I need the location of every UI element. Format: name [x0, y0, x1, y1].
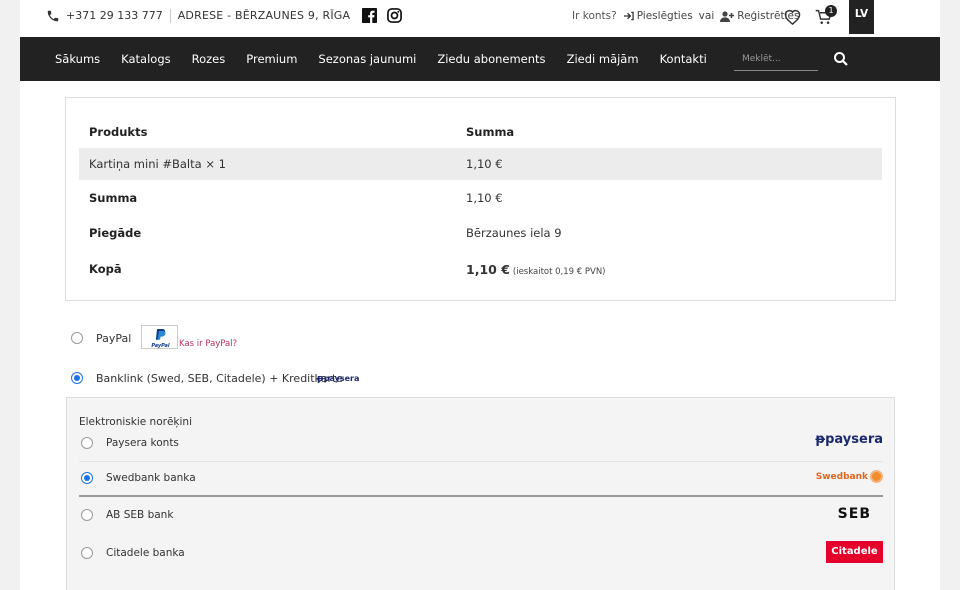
column-product: Produkts — [89, 125, 148, 139]
bank-name: AB SEB bank — [106, 509, 174, 521]
order-summary-table: Produkts Summa Kartiņa mini #Balta × 1 1… — [65, 97, 896, 301]
paypal-label[interactable]: PayPal — [96, 332, 131, 345]
nav-item-kontakti[interactable]: Kontakti — [660, 52, 707, 66]
paysera-logo: ᵽpaysera — [815, 432, 883, 447]
table-row: Kartiņa mini #Balta × 1 1,10 € — [79, 148, 882, 180]
social-links — [362, 8, 403, 23]
nav-item-katalogs[interactable]: Katalogs — [121, 52, 170, 66]
bank-radio[interactable] — [81, 547, 93, 559]
paypal-logo: PayPal — [141, 325, 178, 349]
checkout-content: Produkts Summa Kartiņa mini #Balta × 1 1… — [20, 81, 940, 590]
paypal-radio[interactable] — [71, 332, 83, 344]
product-price: 1,10 € — [466, 157, 503, 171]
nav-item-sezonas-jaunumi[interactable]: Sezonas jaunumi — [318, 52, 416, 66]
instagram-icon[interactable] — [387, 8, 403, 23]
paysera-logo-text: paysera — [825, 432, 883, 447]
total-cell: 1,10 € (ieskaitot 0,19 € PVN) — [466, 262, 606, 277]
search-input[interactable] — [734, 47, 818, 71]
bank-option-seb[interactable]: AB SEB bank SEB — [79, 498, 883, 534]
banklink-label[interactable]: Banklink (Swed, SEB, Citadele) + Kreditk… — [96, 372, 343, 385]
nav-item-ziedu-abonements[interactable]: Ziedu abonements — [437, 52, 545, 66]
language-switcher[interactable]: LV — [849, 0, 874, 34]
total-label: Kopā — [89, 262, 122, 276]
bank-option-swedbank[interactable]: Swedbank banka Swedbank — [79, 461, 883, 497]
bank-name: Paysera konts — [106, 437, 179, 449]
paypal-info-link[interactable]: Kas ir PayPal? — [179, 339, 237, 349]
bank-radio[interactable] — [81, 437, 93, 449]
shipping-value: Bērzaunes iela 9 — [466, 226, 562, 240]
login-link[interactable]: Pieslēgties — [623, 10, 693, 22]
subtotal-value: 1,10 € — [466, 191, 503, 205]
seb-logo: SEB — [837, 506, 871, 522]
nav-item-premium[interactable]: Premium — [246, 52, 297, 66]
account-question: Ir konts? — [572, 10, 617, 22]
language-label: LV — [854, 8, 869, 20]
column-sum: Summa — [466, 125, 515, 139]
citadele-logo: Citadele — [826, 541, 883, 563]
divider — [169, 8, 171, 23]
nav-item-rozes[interactable]: Rozes — [192, 52, 226, 66]
swedbank-sun-icon — [870, 470, 883, 483]
paysera-small-logo: ᵽpaysera — [317, 374, 360, 384]
product-cell: Kartiņa mini #Balta × 1 — [89, 157, 226, 171]
product-name: Kartiņa mini #Balta — [89, 157, 202, 171]
subtotal-label: Summa — [89, 191, 138, 205]
shipping-label: Piegāde — [89, 226, 142, 240]
login-label: Pieslēgties — [636, 10, 693, 22]
bank-name: Swedbank banka — [106, 472, 196, 484]
contact-info: +371 29 133 777 ADRESE - BĒRZAUNES 9, RĪ… — [46, 8, 403, 23]
account-links: Ir konts? Pieslēgties vai Reģistrēties — [572, 10, 799, 22]
search-icon[interactable] — [833, 51, 849, 67]
swedbank-logo-text: Swedbank — [815, 471, 868, 482]
bank-name: Citadele banka — [106, 547, 185, 559]
paypal-logo-mark: PayPal — [151, 329, 170, 349]
wishlist-heart-icon[interactable] — [784, 9, 801, 25]
product-qty: × 1 — [205, 157, 226, 171]
bank-option-paysera[interactable]: Paysera konts ᵽpaysera — [79, 426, 883, 462]
bank-radio[interactable] — [81, 509, 93, 521]
phone-icon — [47, 10, 59, 21]
total-tax: (ieskaitot 0,19 € PVN) — [512, 267, 606, 277]
login-icon — [623, 11, 634, 21]
cart-count-badge: 1 — [825, 5, 837, 17]
top-bar: +371 29 133 777 ADRESE - BĒRZAUNES 9, RĪ… — [20, 0, 940, 37]
nav-item-ziedi-majam[interactable]: Ziedi mājām — [567, 52, 639, 66]
address: ADRESE - BĒRZAUNES 9, RĪGA — [177, 9, 351, 22]
swedbank-logo: Swedbank — [816, 470, 883, 483]
total-value: 1,10 € — [466, 262, 510, 277]
bank-radio[interactable] — [81, 472, 93, 484]
bank-option-citadele[interactable]: Citadele banka Citadele — [79, 536, 883, 572]
main-nav: Sākums Katalogs Rozes Premium Sezonas ja… — [20, 37, 940, 81]
paysera-small-text: paysera — [323, 374, 360, 383]
add-user-icon — [720, 10, 735, 22]
bank-selection-panel: Elektroniskie norēķini Paysera konts ᵽpa… — [66, 397, 895, 590]
banklink-radio[interactable] — [71, 372, 83, 384]
paypal-logo-text: PayPal — [151, 343, 170, 349]
or-text: vai — [698, 10, 715, 22]
nav-item-sakums[interactable]: Sākums — [55, 52, 100, 66]
nav-menu: Sākums Katalogs Rozes Premium Sezonas ja… — [55, 37, 728, 81]
phone-number[interactable]: +371 29 133 777 — [66, 9, 163, 22]
facebook-icon[interactable] — [362, 8, 378, 23]
